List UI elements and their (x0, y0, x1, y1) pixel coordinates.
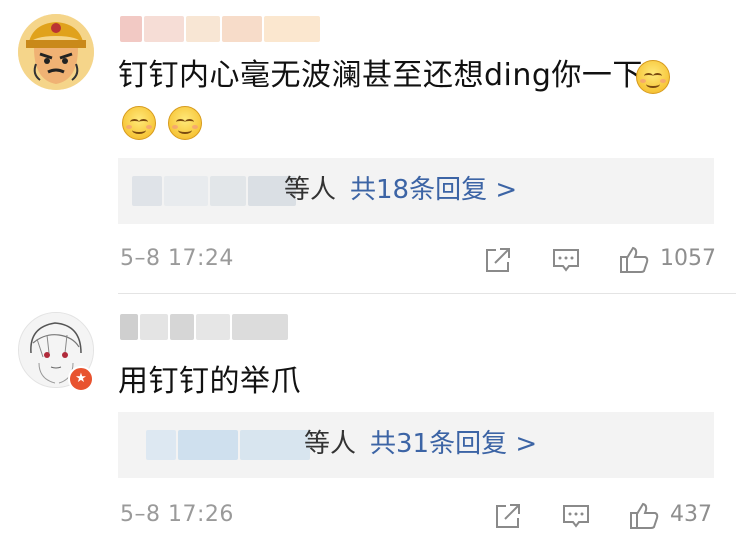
reply-count-link[interactable]: 共31条回复 > (370, 429, 537, 459)
comment-item: ★ 用钉钉的举爪 等人 共31条回复 > 5–8 17:26 437 (0, 294, 736, 544)
cartoon-avatar-icon (18, 14, 94, 90)
reply-suffix: 等人 (284, 175, 337, 205)
thumbs-up-icon[interactable] (618, 244, 650, 276)
reply-count-link[interactable]: 共18条回复 > (350, 175, 517, 205)
smile-emoji-icon (122, 106, 156, 140)
reply-summary-text[interactable]: 等人 共18条回复 > (284, 172, 517, 208)
verified-badge-icon: ★ (68, 366, 94, 392)
comment-icon[interactable] (560, 500, 592, 532)
comment-meta: 5–8 17:24 1057 (0, 240, 736, 280)
comment-text: 钉钉内心毫无波澜甚至还想ding你一下 (118, 54, 643, 98)
comment-text-content: 钉钉内心毫无波澜甚至还想ding你一下 (118, 58, 643, 93)
username-blurred[interactable] (120, 16, 320, 42)
comment-text: 用钉钉的举爪 (118, 360, 301, 404)
reply-summary[interactable]: 等人 共18条回复 > (118, 158, 714, 224)
comment-item: 钉钉内心毫无波澜甚至还想ding你一下 等人 共18条回复 > 5–8 17:24 (0, 0, 736, 294)
smile-emoji-icon (636, 60, 670, 94)
reply-summary-text[interactable]: 等人 共31条回复 > (304, 426, 537, 462)
reply-suffix: 等人 (304, 429, 357, 459)
comment-text-content: 用钉钉的举爪 (118, 364, 301, 399)
username-blurred[interactable] (120, 314, 320, 340)
share-icon[interactable] (492, 500, 524, 532)
like-count: 1057 (660, 246, 716, 271)
reply-summary[interactable]: 等人 共31条回复 > (118, 412, 714, 478)
comment-icon[interactable] (550, 244, 582, 276)
comment-meta: 5–8 17:26 437 (0, 496, 736, 536)
like-count: 437 (670, 502, 712, 527)
share-icon[interactable] (482, 244, 514, 276)
smile-emoji-icon (168, 106, 202, 140)
thumbs-up-icon[interactable] (628, 500, 660, 532)
avatar[interactable] (18, 14, 94, 90)
timestamp: 5–8 17:26 (120, 502, 234, 527)
timestamp: 5–8 17:24 (120, 246, 234, 271)
